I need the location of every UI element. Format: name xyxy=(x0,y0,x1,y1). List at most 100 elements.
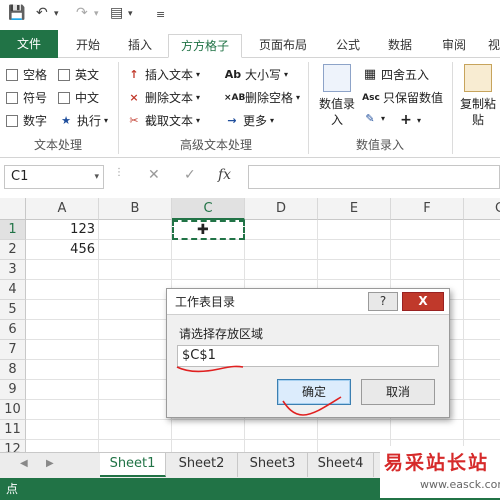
chevron-down-icon: ▾ xyxy=(381,114,386,123)
cancel-button[interactable]: 取消 xyxy=(361,379,435,405)
tab-view[interactable]: 视 xyxy=(484,34,500,58)
row-header[interactable]: 3 xyxy=(0,260,26,280)
sheet-tab-4[interactable]: Sheet4 xyxy=(308,453,374,477)
row-header[interactable]: 10 xyxy=(0,400,26,420)
range-input[interactable]: $C$1 xyxy=(177,345,439,367)
print-preview-icon[interactable]: ▤ xyxy=(110,5,123,21)
chevron-down-icon: ▾ xyxy=(284,70,289,79)
tab-fangfangezi[interactable]: 方方格子 xyxy=(168,34,242,58)
row-header[interactable]: 7 xyxy=(0,340,26,360)
row-header[interactable]: 6 xyxy=(0,320,26,340)
round-button[interactable]: ▦ 四舍五入 xyxy=(362,66,429,83)
sheet-tab-3[interactable]: Sheet3 xyxy=(238,453,308,477)
row-header[interactable]: 1 xyxy=(0,220,26,240)
ribbon-tabs: 文件 开始 插入 方方格子 页面布局 公式 数据 审阅 视 xyxy=(0,30,500,58)
sheet-directory-dialog: 工作表目录 ? X 请选择存放区域 $C$1 确定 取消 xyxy=(166,288,450,418)
numeric-entry-button[interactable]: 数值录入 xyxy=(314,64,360,128)
column-header-b[interactable]: B xyxy=(99,198,172,220)
row-header[interactable]: 2 xyxy=(0,240,26,260)
row-header[interactable]: 12 xyxy=(0,440,26,452)
tab-home[interactable]: 开始 xyxy=(64,34,112,58)
group-separator xyxy=(452,62,453,154)
cross-cursor-icon: ✚ xyxy=(197,222,209,238)
cancel-icon[interactable]: ✕ xyxy=(148,167,160,183)
column-header-e[interactable]: E xyxy=(318,198,391,220)
redo-icon[interactable]: ↷ xyxy=(76,5,88,21)
column-header-d[interactable]: D xyxy=(245,198,318,220)
case-button[interactable]: Ab 大小写 ▾ xyxy=(224,66,288,83)
scroll-left-icon[interactable]: ◀ xyxy=(20,458,28,469)
delete-text-icon: × xyxy=(129,91,139,104)
chevron-down-icon: ▾ xyxy=(94,172,99,182)
extract-text-icon: ✂ xyxy=(129,114,139,127)
ribbon: 空格 英文 符号 中文 数字 ★ 执行 ▾ 文本处理 ↑ 插入文本 ▾ × 删除文本 ▾ ✂… xyxy=(0,58,500,158)
formula-controls: ⋮ ✕ ✓ fx xyxy=(110,165,250,189)
checkbox-icon[interactable] xyxy=(58,91,70,104)
insert-text-button[interactable]: ↑ 插入文本 ▾ xyxy=(126,66,200,83)
execute-button[interactable]: ★ 执行 ▾ xyxy=(58,112,108,129)
redo-dropdown-icon[interactable]: ▾ xyxy=(94,9,99,19)
checkbox-icon[interactable] xyxy=(6,114,18,127)
undo-dropdown-icon[interactable]: ▾ xyxy=(54,9,59,19)
tab-file[interactable]: 文件 xyxy=(0,30,58,58)
formula-bar: C1 ▾ ⋮ ✕ ✓ fx xyxy=(0,158,500,198)
numeric-entry-icon xyxy=(323,64,351,92)
print-dropdown-icon[interactable]: ▾ xyxy=(128,9,133,19)
cell-a1[interactable]: 123 xyxy=(26,220,99,240)
formula-input[interactable] xyxy=(248,165,500,189)
customize-icon[interactable]: ≡ xyxy=(156,8,165,21)
column-header-f[interactable]: F xyxy=(391,198,464,220)
extract-text-button[interactable]: ✂ 截取文本 ▾ xyxy=(126,112,200,129)
column-header-a[interactable]: A xyxy=(26,198,99,220)
group-label-advanced-text: 高级文本处理 xyxy=(180,138,253,152)
row-header[interactable]: 5 xyxy=(0,300,26,320)
checkbox-chinese[interactable]: 中文 xyxy=(58,89,99,106)
sheet-tab-1[interactable]: Sheet1 xyxy=(100,453,166,477)
delete-space-button[interactable]: ×AB 删除空格 ▾ xyxy=(224,89,300,106)
tab-formulas[interactable]: 公式 xyxy=(326,34,370,58)
checkbox-symbol[interactable]: 符号 xyxy=(6,89,47,106)
column-header-g[interactable]: G xyxy=(464,198,500,220)
column-header-c[interactable]: C xyxy=(172,198,245,220)
checkbox-icon[interactable] xyxy=(58,68,70,81)
undo-icon[interactable]: ↶ xyxy=(36,5,48,21)
keep-values-button[interactable]: Asc 只保留数值 xyxy=(362,89,443,106)
insert-text-icon: ↑ xyxy=(129,68,139,81)
checkbox-icon[interactable] xyxy=(6,91,18,104)
group-separator xyxy=(308,62,309,154)
confirm-icon[interactable]: ✓ xyxy=(184,167,196,183)
copy-paste-button[interactable]: 复制粘贴 xyxy=(456,64,500,128)
name-box[interactable]: C1 ▾ xyxy=(4,165,104,189)
group-label-data-entry: 数值录入 xyxy=(356,138,405,152)
insert-function-icon[interactable]: fx xyxy=(218,167,231,183)
plus-button[interactable]: + ▾ xyxy=(398,112,421,128)
checkbox-space[interactable]: 空格 xyxy=(6,66,47,83)
checkbox-english[interactable]: 英文 xyxy=(58,66,99,83)
scroll-right-icon[interactable]: ▶ xyxy=(46,458,54,469)
ok-button[interactable]: 确定 xyxy=(277,379,351,405)
close-button[interactable]: X xyxy=(402,292,444,311)
row-header[interactable]: 9 xyxy=(0,380,26,400)
row-header[interactable]: 11 xyxy=(0,420,26,440)
help-button[interactable]: ? xyxy=(368,292,398,311)
checkbox-icon[interactable] xyxy=(6,68,18,81)
row-header[interactable]: 8 xyxy=(0,360,26,380)
row-header[interactable]: 4 xyxy=(0,280,26,300)
save-icon[interactable]: 💾 xyxy=(8,5,25,21)
execute-icon: ★ xyxy=(61,114,71,127)
tab-insert[interactable]: 插入 xyxy=(118,34,162,58)
edit-button[interactable]: ✎ ▾ xyxy=(362,112,385,125)
chevron-down-icon: ▾ xyxy=(270,116,275,125)
select-all-corner[interactable] xyxy=(0,198,26,220)
chevron-down-icon: ▾ xyxy=(196,116,201,125)
asc-icon: Asc xyxy=(362,92,380,103)
tab-page-layout[interactable]: 页面布局 xyxy=(250,34,316,58)
delete-text-button[interactable]: × 删除文本 ▾ xyxy=(126,89,200,106)
more-button[interactable]: → 更多 ▾ xyxy=(224,112,274,129)
checkbox-number[interactable]: 数字 xyxy=(6,112,47,129)
sheet-tab-2[interactable]: Sheet2 xyxy=(166,453,238,477)
edit-icon: ✎ xyxy=(365,112,375,125)
tab-review[interactable]: 审阅 xyxy=(432,34,476,58)
tab-data[interactable]: 数据 xyxy=(378,34,422,58)
cell-a2[interactable]: 456 xyxy=(26,240,99,260)
